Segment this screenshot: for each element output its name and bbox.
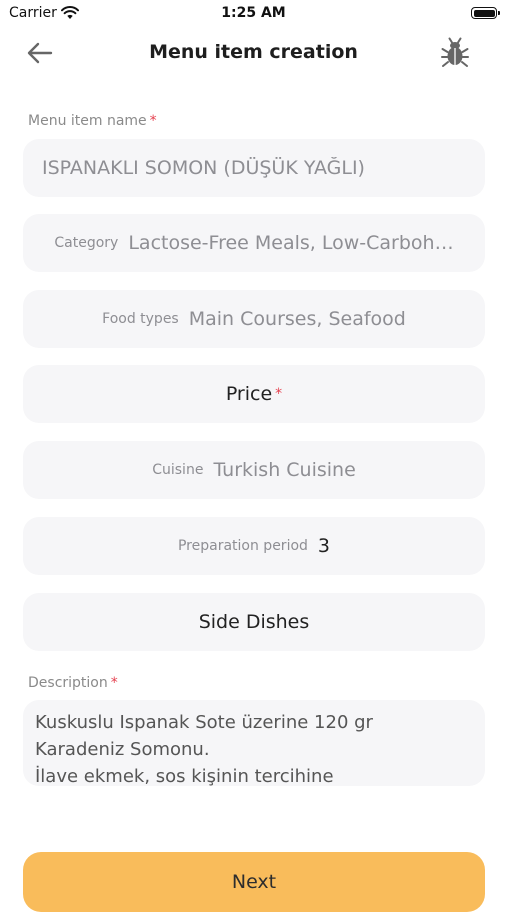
side-dishes-button[interactable]: Side Dishes: [23, 593, 485, 651]
description-line: Karadeniz Somonu.: [35, 739, 210, 760]
price-label: Price: [225, 383, 273, 405]
description-label: Description *: [28, 675, 118, 691]
category-select[interactable]: Category Lactose-Free Meals, Low-Carboh…: [23, 214, 485, 272]
preparation-period-value: 3: [317, 535, 331, 557]
description-line: Kuskuslu Ispanak Sote üzerine 120 gr: [35, 712, 373, 733]
description-textarea[interactable]: Kuskuslu Ispanak Sote üzerine 120 gr Kar…: [23, 700, 485, 786]
required-mark: *: [149, 113, 157, 129]
preparation-period-prefix: Preparation period: [177, 538, 308, 554]
menu-item-name-input[interactable]: ISPANAKLI SOMON (DÜŞÜK YAĞLI): [23, 139, 485, 197]
required-mark: *: [275, 386, 283, 402]
food-types-select[interactable]: Food types Main Courses, Seafood: [23, 290, 485, 348]
menu-item-name-value: ISPANAKLI SOMON (DÜŞÜK YAĞLI): [42, 157, 365, 179]
food-types-prefix: Food types: [102, 311, 179, 327]
nav-bar: Menu item creation: [0, 30, 507, 76]
battery-icon: [471, 7, 500, 19]
page-title: Menu item creation: [149, 41, 358, 63]
category-value: Lactose-Free Meals, Low-Carboh…: [128, 232, 454, 254]
cuisine-value: Turkish Cuisine: [213, 459, 356, 481]
required-mark: *: [110, 675, 118, 691]
next-button-label: Next: [231, 871, 277, 893]
clock: 1:25 AM: [221, 5, 286, 21]
side-dishes-label: Side Dishes: [198, 611, 310, 633]
menu-item-name-label: Menu item name *: [28, 113, 157, 129]
food-types-value: Main Courses, Seafood: [188, 308, 406, 330]
cuisine-select[interactable]: Cuisine Turkish Cuisine: [23, 441, 485, 499]
category-prefix: Category: [54, 235, 119, 251]
status-bar: Carrier 1:25 AM: [0, 0, 507, 28]
bug-icon[interactable]: [440, 37, 470, 69]
cuisine-prefix: Cuisine: [152, 462, 204, 478]
preparation-period-input[interactable]: Preparation period 3: [23, 517, 485, 575]
next-button[interactable]: Next: [23, 852, 485, 912]
price-input[interactable]: Price *: [23, 365, 485, 423]
description-line: İlave ekmek, sos kişinin tercihine: [35, 766, 334, 786]
